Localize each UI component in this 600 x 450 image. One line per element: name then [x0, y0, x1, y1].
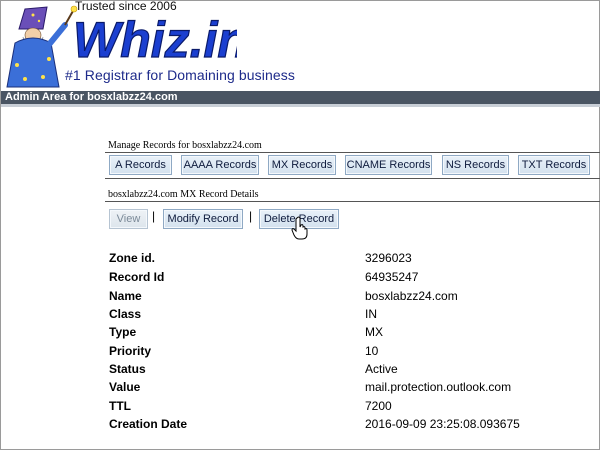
admin-area-bar: Admin Area for bosxlabzz24.com [1, 91, 600, 107]
label-ttl: TTL [109, 399, 131, 413]
value-value: mail.protection.outlook.com [365, 380, 512, 394]
value-zone-id: 3296023 [365, 251, 412, 265]
tab-ns-records[interactable]: NS Records [442, 155, 509, 175]
label-creation-date: Creation Date [109, 417, 188, 431]
page-frame: Trusted since 2006 Whiz.in #1 Registrar … [0, 0, 600, 450]
divider [105, 178, 600, 179]
value-record-id: 64935247 [365, 270, 419, 284]
divider [105, 152, 600, 153]
action-separator: | [249, 209, 253, 223]
tab-aaaa-records[interactable]: AAAA Records [181, 155, 259, 175]
label-name: Name [109, 289, 142, 303]
tab-a-records[interactable]: A Records [109, 155, 172, 175]
brand-logo[interactable]: Whiz.in [67, 13, 237, 67]
value-priority: 10 [365, 344, 379, 358]
site-header: Trusted since 2006 Whiz.in #1 Registrar … [1, 0, 600, 89]
label-value: Value [109, 380, 141, 394]
value-class: IN [365, 307, 377, 321]
label-class: Class [109, 307, 142, 321]
value-status: Active [365, 362, 398, 376]
record-details-title: bosxlabzz24.com MX Record Details [108, 189, 259, 200]
label-status: Status [109, 362, 146, 376]
divider [105, 201, 600, 202]
tab-txt-records[interactable]: TXT Records [518, 155, 590, 175]
manage-records-title: Manage Records for bosxlabzz24.com [108, 140, 262, 151]
tab-cname-records[interactable]: CNAME Records [345, 155, 432, 175]
trusted-since-text: Trusted since 2006 [75, 0, 177, 13]
label-priority: Priority [109, 344, 152, 358]
value-type: MX [365, 325, 383, 339]
view-button[interactable]: View [109, 209, 148, 229]
value-creation-date: 2016-09-09 23:25:08.093675 [365, 417, 520, 431]
tagline-text: #1 Registrar for Domaining business [65, 67, 295, 83]
label-record-id: Record Id [109, 270, 165, 284]
value-name: bosxlabzz24.com [365, 289, 458, 303]
modify-record-button[interactable]: Modify Record [163, 209, 243, 229]
hand-pointer-icon [291, 216, 309, 245]
label-zone-id: Zone id. [109, 251, 155, 265]
tab-mx-records[interactable]: MX Records [268, 155, 336, 175]
action-separator: | [152, 209, 156, 223]
value-ttl: 7200 [365, 399, 392, 413]
brand-logo-text: Whiz.in [73, 13, 237, 67]
label-type: Type [109, 325, 137, 339]
